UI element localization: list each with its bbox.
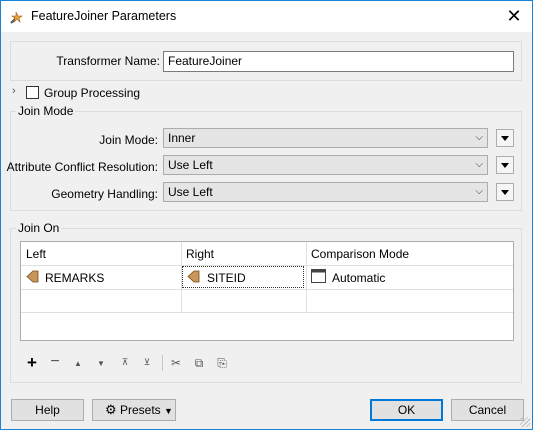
attribute-icon (26, 270, 39, 283)
table-row-mode-value[interactable]: Automatic (332, 271, 385, 285)
toolbar-separator (162, 355, 163, 371)
join-mode-select[interactable]: Inner ⌵ (163, 128, 488, 148)
transformer-name-label: Transformer Name: (56, 54, 160, 68)
cancel-button[interactable]: Cancel (451, 399, 524, 421)
group-processing-label: Group Processing (44, 86, 141, 100)
chevron-down-icon: ⌵ (475, 186, 483, 197)
join-mode-label: Join Mode: (99, 133, 158, 147)
chevron-down-icon: ⌵ (475, 132, 483, 143)
join-mode-group-title: Join Mode (16, 104, 76, 118)
move-up-icon[interactable]: ▲ (72, 359, 84, 375)
geometry-handling-value: Use Left (168, 185, 213, 199)
window-title: FeatureJoiner Parameters (31, 9, 177, 23)
ok-button[interactable]: OK (370, 399, 443, 421)
featurejoiner-app-icon (10, 11, 23, 24)
help-button[interactable]: Help (11, 399, 84, 421)
chevron-down-icon: ⌵ (475, 159, 483, 170)
presets-label: Presets (120, 403, 161, 417)
join-on-table: Left Right Comparison Mode REMARKS SITEI… (20, 241, 514, 341)
close-icon[interactable]: ✕ (502, 5, 526, 27)
caret-down-icon: ▼ (164, 406, 173, 416)
geometry-handling-label: Geometry Handling: (51, 187, 158, 201)
group-processing-checkbox[interactable] (26, 86, 39, 99)
conflict-resolution-menu-button[interactable] (496, 156, 514, 174)
remove-icon[interactable]: − (48, 353, 62, 370)
geometry-handling-menu-button[interactable] (496, 183, 514, 201)
cut-icon[interactable]: ✂ (169, 356, 183, 372)
column-header-comparison-mode[interactable]: Comparison Mode (311, 247, 409, 261)
geometry-handling-select[interactable]: Use Left ⌵ (163, 182, 488, 202)
conflict-resolution-value: Use Left (168, 158, 213, 172)
comparison-mode-icon (311, 269, 326, 283)
table-row-right-value: SITEID (207, 271, 246, 285)
join-on-group-title: Join On (16, 221, 62, 235)
add-icon[interactable]: + (25, 353, 39, 372)
table-row-left-value[interactable]: REMARKS (45, 271, 104, 285)
transformer-name-field[interactable]: FeatureJoiner (163, 51, 514, 72)
expand-chevron-icon[interactable]: › (12, 85, 16, 97)
column-header-right[interactable]: Right (186, 247, 214, 261)
presets-button[interactable]: ⚙ Presets ▼ (92, 399, 176, 421)
conflict-resolution-select[interactable]: Use Left ⌵ (163, 155, 488, 175)
conflict-resolution-label: Attribute Conflict Resolution: (6, 160, 158, 174)
gear-icon: ⚙ (105, 402, 117, 417)
dialog-window: FeatureJoiner Parameters ✕ Transformer N… (0, 0, 533, 430)
title-bar: FeatureJoiner Parameters ✕ (1, 1, 532, 32)
attribute-icon (187, 270, 200, 283)
move-down-icon[interactable]: ▼ (95, 359, 107, 375)
join-mode-menu-button[interactable] (496, 129, 514, 147)
resize-grip-icon[interactable] (520, 417, 530, 427)
paste-icon[interactable]: ⎘ (215, 356, 229, 372)
move-top-icon[interactable]: ⊼ (119, 357, 131, 373)
column-header-left[interactable]: Left (26, 247, 46, 261)
move-bottom-icon[interactable]: ⊻ (141, 357, 153, 373)
copy-icon[interactable]: ⧉ (192, 356, 206, 372)
join-mode-value: Inner (168, 131, 196, 145)
